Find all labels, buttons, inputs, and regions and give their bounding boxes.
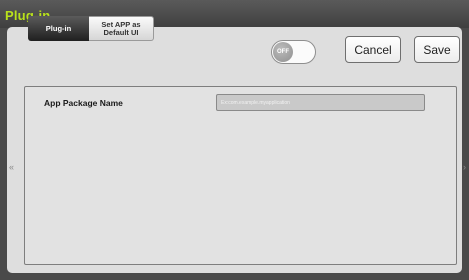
app-package-name-label: App Package Name (44, 98, 123, 108)
content-area (24, 86, 457, 265)
app-package-name-placeholder: Ex:com.example.myapplication (221, 99, 290, 106)
plugin-toggle[interactable]: OFF (271, 40, 316, 64)
toggle-knob: OFF (273, 42, 293, 62)
toggle-state-label: OFF (277, 49, 289, 55)
chevron-double-left-icon[interactable]: « (9, 162, 14, 172)
tab-set-app-default-ui-label: Set APP as Default UI (101, 19, 141, 37)
tab-plugin[interactable]: Plug-in (28, 16, 89, 41)
cancel-button[interactable]: Cancel (345, 36, 401, 63)
chevron-right-icon[interactable]: › (463, 162, 466, 172)
save-button[interactable]: Save (414, 36, 460, 63)
tab-set-app-default-ui[interactable]: Set APP as Default UI (89, 16, 154, 41)
app-package-name-input[interactable]: Ex:com.example.myapplication (216, 94, 425, 111)
